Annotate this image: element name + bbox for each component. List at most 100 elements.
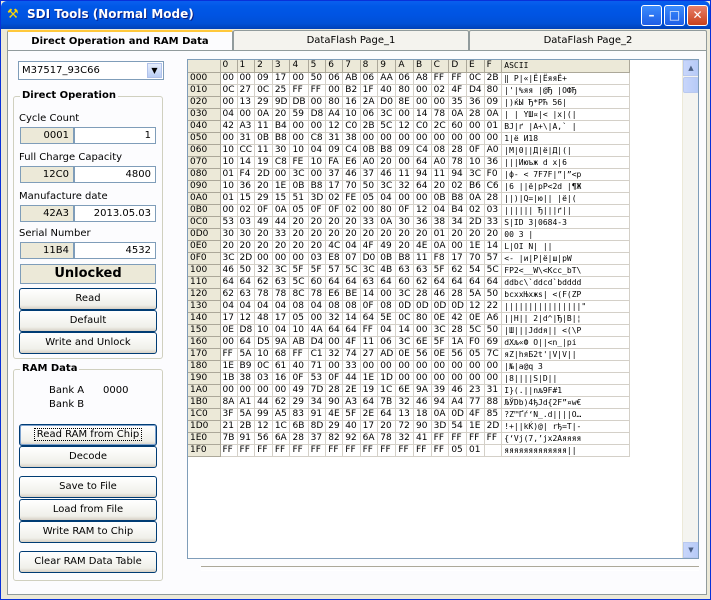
hex-cell[interactable]: 05 <box>289 312 309 325</box>
hex-cell[interactable]: 92 <box>342 432 361 445</box>
hex-cell[interactable]: 35 <box>448 96 467 109</box>
hex-cell[interactable]: 78 <box>254 288 273 301</box>
hex-cell[interactable]: 15 <box>272 192 291 205</box>
hex-cell[interactable]: FF <box>413 444 432 457</box>
hex-cell[interactable]: F8 <box>431 252 450 265</box>
hex-cell[interactable]: 3C <box>377 108 397 121</box>
hex-cell[interactable]: FF <box>448 432 467 445</box>
hex-cell[interactable]: 4F <box>466 408 485 421</box>
hex-cell[interactable]: 00 <box>308 312 327 325</box>
hex-cell[interactable]: D0 <box>360 252 379 265</box>
hex-cell[interactable]: 3C <box>431 324 450 337</box>
hex-cell[interactable]: 2B <box>237 420 256 433</box>
hex-cell[interactable]: 00 <box>272 252 291 265</box>
hex-cell[interactable]: 05 <box>448 444 467 457</box>
hex-cell[interactable]: 06 <box>377 336 397 349</box>
hex-cell[interactable]: AB <box>342 72 361 85</box>
hex-cell[interactable]: 2D <box>254 168 273 181</box>
hex-cell[interactable]: 0A <box>254 108 273 121</box>
hex-cell[interactable]: 1E <box>466 420 485 433</box>
hex-cell[interactable]: 20 <box>484 228 503 241</box>
hex-cell[interactable]: 61 <box>272 360 291 373</box>
hex-cell[interactable]: 5C <box>466 324 485 337</box>
hex-cell[interactable]: 71 <box>308 360 327 373</box>
hex-cell[interactable]: FF <box>395 444 415 457</box>
hex-cell[interactable]: 22 <box>484 300 503 313</box>
hex-cell[interactable]: 49 <box>377 240 397 253</box>
hex-cell[interactable]: 20 <box>360 228 379 241</box>
tab-direct-operation[interactable]: Direct Operation and RAM Data <box>7 30 233 51</box>
hex-cell[interactable]: 00 <box>395 192 415 205</box>
hex-cell[interactable]: 48 <box>254 312 273 325</box>
hex-cell[interactable]: FF <box>431 72 450 85</box>
hex-cell[interactable]: 1E <box>272 180 291 193</box>
hex-cell[interactable]: 20 <box>395 228 415 241</box>
hex-cell[interactable]: 00 <box>431 132 450 145</box>
hex-cell[interactable]: A0 <box>360 156 379 169</box>
hex-cell[interactable]: 11 <box>413 252 432 265</box>
hex-cell[interactable]: 06 <box>360 72 379 85</box>
hex-cell[interactable]: 00 <box>308 96 327 109</box>
hex-cell[interactable]: 0D <box>448 408 467 421</box>
hex-cell[interactable]: 14 <box>413 108 432 121</box>
hex-cell[interactable]: C8 <box>272 156 291 169</box>
hex-cell[interactable]: C0 <box>413 120 432 133</box>
hex-cell[interactable]: 04 <box>377 192 397 205</box>
hex-cell[interactable]: 64 <box>325 276 344 289</box>
hex-cell[interactable]: 20 <box>289 216 309 229</box>
hex-cell[interactable]: 16 <box>272 372 291 385</box>
hex-cell[interactable]: 02 <box>342 204 361 217</box>
hex-cell[interactable]: FF <box>360 444 379 457</box>
hex-cell[interactable]: 0C <box>254 360 273 373</box>
hex-cell[interactable]: 00 <box>377 360 397 373</box>
hex-cell[interactable]: 3C <box>395 288 415 301</box>
hex-cell[interactable]: 17 <box>448 252 467 265</box>
hex-cell[interactable]: 20 <box>431 180 450 193</box>
hex-cell[interactable]: C1 <box>308 348 327 361</box>
hex-cell[interactable]: 28 <box>448 324 467 337</box>
hex-cell[interactable]: 11 <box>395 168 415 181</box>
hex-cell[interactable]: A1 <box>237 396 256 409</box>
full-charge-field[interactable]: 4800 <box>74 166 156 183</box>
hex-cell[interactable]: 00 <box>360 204 379 217</box>
hex-cell[interactable]: D4 <box>466 84 485 97</box>
hex-cell[interactable]: A3 <box>237 120 256 133</box>
write-unlock-button[interactable]: Write and Unlock <box>19 332 157 354</box>
hex-cell[interactable]: 00 <box>413 360 432 373</box>
hex-cell[interactable]: 00 <box>377 132 397 145</box>
hex-cell[interactable]: 46 <box>431 288 450 301</box>
manufacture-date-field[interactable]: 2013.05.03 <box>74 205 156 222</box>
hex-cell[interactable]: 5C <box>377 120 397 133</box>
hex-cell[interactable]: 00 <box>395 156 415 169</box>
hex-cell[interactable]: FF <box>448 72 467 85</box>
hex-cell[interactable]: 11 <box>254 144 273 157</box>
write-ram-button[interactable]: Write RAM to Chip <box>19 521 157 543</box>
hex-cell[interactable]: 0A <box>431 240 450 253</box>
hex-cell[interactable]: 38 <box>431 216 450 229</box>
hex-cell[interactable]: 54 <box>448 420 467 433</box>
hex-cell[interactable]: FF <box>431 444 450 457</box>
hex-cell[interactable]: 2E <box>342 384 361 397</box>
hex-cell[interactable]: 0E <box>431 312 450 325</box>
hex-cell[interactable]: FF <box>466 432 485 445</box>
hex-cell[interactable]: 27 <box>360 348 379 361</box>
hex-cell[interactable]: 20 <box>325 228 344 241</box>
hex-cell[interactable]: 62 <box>254 276 273 289</box>
hex-cell[interactable]: 64 <box>360 396 379 409</box>
hex-cell[interactable]: 00 <box>395 132 415 145</box>
hex-cell[interactable]: 63 <box>395 264 415 277</box>
scroll-down-icon[interactable]: ▼ <box>683 542 698 558</box>
hex-cell[interactable]: 13 <box>237 96 256 109</box>
hex-cell[interactable]: 01 <box>220 192 238 205</box>
hex-cell[interactable]: 09 <box>484 96 503 109</box>
hex-cell[interactable]: 20 <box>289 240 309 253</box>
hex-cell[interactable]: 0D <box>448 300 467 313</box>
hex-cell[interactable]: 49 <box>254 216 273 229</box>
hex-cell[interactable]: C0 <box>342 120 361 133</box>
hex-cell[interactable]: 23 <box>466 384 485 397</box>
maximize-button[interactable]: □ <box>664 5 685 26</box>
hex-cell[interactable]: B4 <box>272 120 291 133</box>
hex-cell[interactable]: 4C <box>325 240 344 253</box>
hex-cell[interactable]: 27 <box>237 84 256 97</box>
hex-cell[interactable]: 80 <box>484 84 503 97</box>
